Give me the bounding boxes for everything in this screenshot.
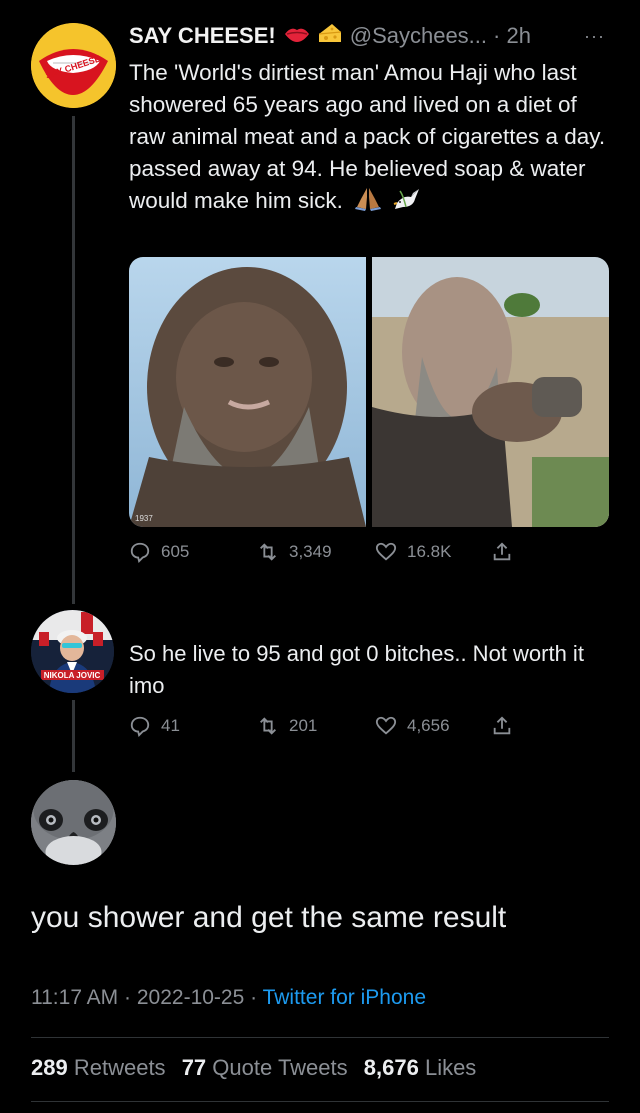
tweet-actions: 41 201 4,656 [129,715,549,741]
handle[interactable]: @Saychees... [350,23,487,49]
thread-connector [72,116,75,604]
tweet-actions: 605 3,349 16.8K [129,541,549,567]
retweet-button[interactable]: 201 [257,715,317,737]
tweet-metadata: 11:17 AM · 2022-10-25 · Twitter for iPho… [31,986,426,1010]
reply-icon [130,542,150,563]
monkey-face-avatar [31,780,116,865]
svg-text:1937: 1937 [135,514,153,523]
quote-tweets-label: Quote Tweets [212,1055,348,1080]
tweet-date[interactable]: 2022-10-25 [137,986,244,1009]
say-cheese-logo: SAY CHEESE [31,23,116,108]
tweet-media[interactable]: 1937 [129,257,609,527]
divider [31,1037,609,1038]
svg-text:NIKOLA JOVIC: NIKOLA JOVIC [44,671,101,680]
more-options-icon[interactable]: ··· [584,26,605,47]
likes-stat[interactable]: 8,676 Likes [364,1055,477,1080]
photo-right[interactable] [372,257,609,527]
retweets-stat[interactable]: 289 Retweets [31,1055,166,1080]
thread-connector [72,700,75,772]
tweet-time[interactable]: 11:17 AM [31,986,118,1009]
meta-separator: · [250,986,258,1009]
share-button[interactable] [491,715,513,737]
quote-tweets-stat[interactable]: 77 Quote Tweets [182,1055,348,1080]
avatar[interactable] [31,780,116,865]
reply-tweet-text: So he live to 95 and got 0 bitches.. Not… [129,641,584,698]
reply-icon [130,716,150,737]
tweet-source-link[interactable]: Twitter for iPhone [263,986,426,1009]
nikola-jovic-avatar: NIKOLA JOVIC [31,610,114,693]
retweet-count: 3,349 [289,542,332,561]
meta-separator: · [124,986,132,1009]
retweet-count: 201 [289,716,318,735]
retweet-icon [260,543,276,561]
reply-button[interactable]: 605 [129,541,189,563]
display-name[interactable]: SAY CHEESE! [129,23,276,49]
heart-icon [375,542,397,561]
like-button[interactable]: 4,656 [375,715,450,737]
heart-icon [375,716,397,735]
dove-emoji [393,185,421,220]
retweet-button[interactable]: 3,349 [257,541,332,563]
like-button[interactable]: 16.8K [375,541,451,563]
retweets-count: 289 [31,1055,68,1080]
photo-left[interactable]: 1937 [129,257,366,527]
like-count: 4,656 [407,716,450,735]
avatar[interactable]: SAY CHEESE [31,23,116,108]
cheese-emoji [318,22,342,50]
tweet-text: The 'World's dirtiest man' Amou Haji who… [129,57,609,220]
likes-label: Likes [424,1055,477,1080]
tweet-stats: 289 Retweets 77 Quote Tweets 8,676 Likes [31,1055,476,1081]
reply-count: 41 [161,716,180,735]
timestamp[interactable]: · 2h [493,23,531,49]
retweets-label: Retweets [73,1055,166,1080]
share-icon [493,542,511,561]
quote-tweets-count: 77 [181,1055,207,1080]
avatar[interactable]: NIKOLA JOVIC [31,610,114,693]
share-icon [493,716,511,735]
retweet-icon [260,717,276,735]
main-tweet-text: you shower and get the same result [31,901,507,934]
like-count: 16.8K [407,542,452,561]
reply-button[interactable]: 41 [129,715,180,737]
tweet-header: SAY CHEESE! @Saychees... · 2h [129,21,531,51]
reply-count: 605 [161,542,190,561]
lips-emoji [284,23,310,49]
share-button[interactable] [491,541,513,563]
divider [31,1101,609,1102]
likes-count: 8,676 [363,1055,419,1080]
folded-hands-emoji [355,185,382,220]
